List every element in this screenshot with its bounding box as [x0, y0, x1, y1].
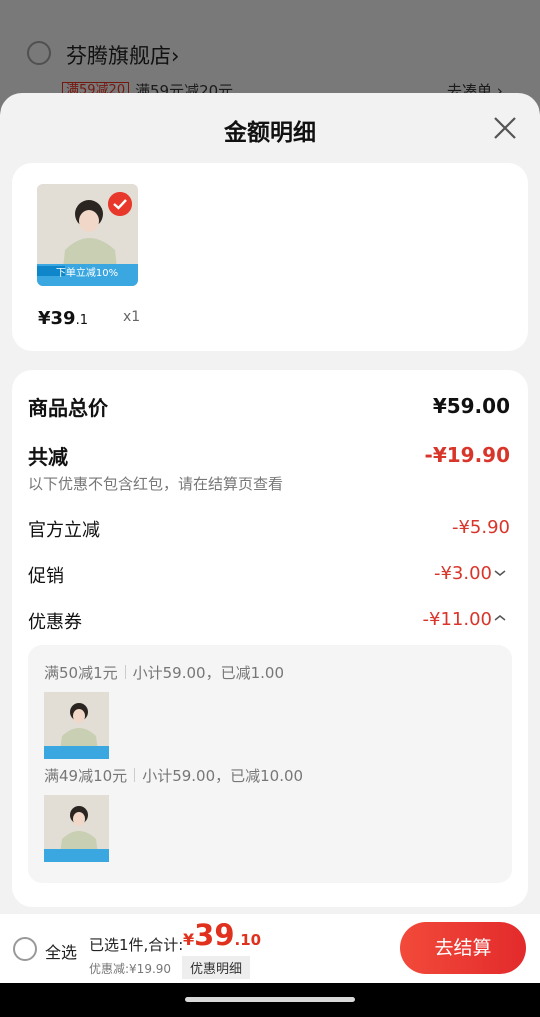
- product-price: ¥39.1: [38, 308, 88, 329]
- coupon-item-title: 满50减1元 小计59.00，已减1.00: [44, 664, 284, 682]
- selected-count-text: 已选1件,合计:: [89, 936, 184, 954]
- reduction-value: -¥19.90: [424, 443, 510, 467]
- total-amount: ¥39.10: [183, 918, 262, 952]
- select-all-label[interactable]: 全选: [45, 939, 77, 963]
- total-price-label: 商品总价: [28, 396, 108, 420]
- chevron-up-icon[interactable]: [494, 613, 506, 623]
- chevron-down-icon[interactable]: [494, 568, 506, 578]
- product-quantity: x1: [123, 309, 141, 325]
- reduction-label: 共减: [28, 445, 68, 469]
- promotion-label[interactable]: 促销: [28, 562, 64, 588]
- coupon-product-thumbnail: [44, 795, 109, 862]
- promotion-value[interactable]: -¥3.00: [434, 563, 492, 584]
- close-icon[interactable]: [490, 113, 520, 143]
- coupon-product-thumbnail: [44, 692, 109, 759]
- coupon-label[interactable]: 优惠券: [28, 608, 82, 634]
- discount-detail-button[interactable]: 优惠明细: [182, 956, 251, 979]
- product-badge: 下单立减10%: [55, 268, 119, 279]
- saved-amount: 优惠减:¥19.90: [89, 962, 172, 976]
- selected-check-icon: [108, 192, 132, 216]
- total-price-value: ¥59.00: [432, 394, 510, 418]
- sheet-title: 金额明细: [224, 120, 316, 146]
- checkout-button[interactable]: 去结算: [400, 922, 526, 974]
- reduction-note: 以下优惠不包含红包，请在结算页查看: [28, 475, 284, 493]
- coupon-item-title: 满49减10元 小计59.00，已减10.00: [44, 767, 304, 785]
- official-discount-label: 官方立减: [28, 520, 100, 541]
- coupon-value[interactable]: -¥11.00: [423, 609, 492, 630]
- official-discount-value: -¥5.90: [451, 517, 510, 538]
- home-indicator[interactable]: [185, 997, 355, 1002]
- select-all-radio[interactable]: [13, 937, 37, 961]
